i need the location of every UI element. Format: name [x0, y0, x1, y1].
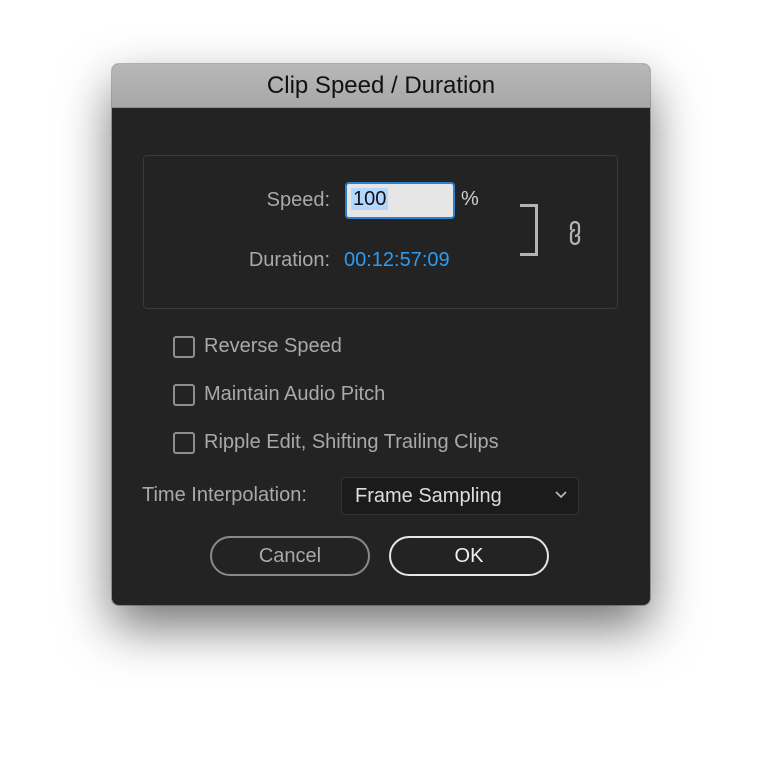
chain-link-icon[interactable] [567, 219, 583, 252]
title-bar[interactable]: Clip Speed / Duration [112, 64, 650, 108]
speed-value: 100 [351, 188, 389, 210]
time-interpolation-select[interactable]: Frame Sampling [341, 477, 579, 515]
checkbox-label: Reverse Speed [204, 335, 342, 357]
speed-input[interactable]: 100 [345, 182, 455, 219]
reverse-speed-checkbox[interactable]: Reverse Speed [173, 335, 342, 358]
speed-label: Speed: [266, 189, 330, 211]
speed-duration-group [143, 155, 618, 309]
checkbox-label: Maintain Audio Pitch [204, 383, 386, 405]
percent-unit: % [461, 188, 479, 210]
selected-option: Frame Sampling [355, 485, 502, 507]
duration-label: Duration: [248, 249, 330, 271]
maintain-audio-pitch-checkbox[interactable]: Maintain Audio Pitch [173, 383, 385, 406]
checkbox-box[interactable] [173, 383, 195, 406]
link-bracket [520, 204, 538, 256]
checkbox-label: Ripple Edit, Shifting Trailing Clips [204, 431, 499, 453]
checkbox-box[interactable] [173, 431, 195, 454]
cancel-button[interactable]: Cancel [210, 536, 370, 576]
time-interpolation-label: Time Interpolation: [142, 484, 307, 506]
ok-button[interactable]: OK [389, 536, 549, 576]
duration-value[interactable]: 00:12:57:09 [344, 249, 450, 272]
ripple-edit-checkbox[interactable]: Ripple Edit, Shifting Trailing Clips [173, 431, 499, 454]
clip-speed-dialog: Clip Speed / Duration Speed: 100 % Durat… [112, 64, 650, 605]
dialog-title: Clip Speed / Duration [266, 71, 496, 99]
checkbox-box[interactable] [173, 335, 195, 358]
chevron-down-icon [554, 487, 568, 506]
